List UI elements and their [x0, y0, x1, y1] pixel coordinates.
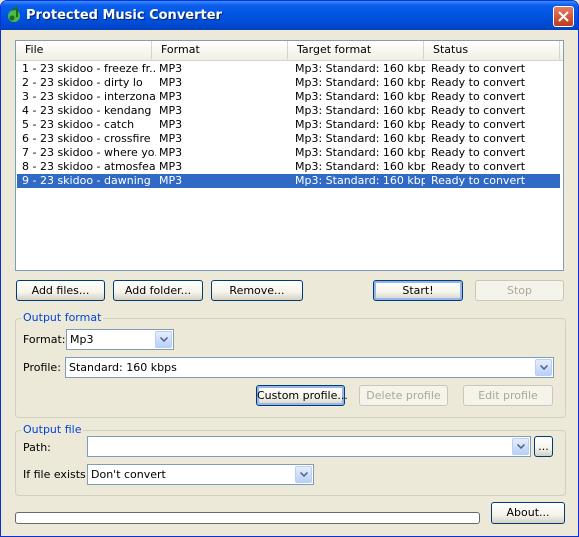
file-list[interactable]: File Format Target format Status 1 - 23 …	[15, 40, 564, 271]
about-button[interactable]: About...	[491, 502, 565, 524]
column-header-file[interactable]: File	[16, 41, 152, 59]
edit-profile-button[interactable]: Edit profile	[463, 385, 553, 406]
cell-file: 6 - 23 skidoo - crossfire	[22, 132, 151, 145]
cell-format: MP3	[159, 118, 183, 131]
table-row[interactable]: 4 - 23 skidoo - kendang MP3 Mp3: Standard:…	[17, 104, 560, 118]
cell-format: MP3	[159, 62, 183, 75]
format-select[interactable]: Mp3	[66, 329, 174, 350]
column-header-target-format[interactable]: Target format	[288, 41, 424, 59]
table-row[interactable]: 9 - 23 skidoo - dawning MP3 Mp3: Standard:…	[17, 174, 560, 188]
close-icon	[558, 11, 569, 22]
output-format-group-label: Output format	[21, 311, 104, 324]
cell-status: Ready to convert	[431, 76, 526, 89]
cell-status: Ready to convert	[431, 160, 526, 173]
window-title: Protected Music Converter	[26, 8, 222, 23]
cell-status: Ready to convert	[431, 146, 526, 159]
format-select-value: Mp3	[70, 333, 94, 346]
cell-status: Ready to convert	[431, 90, 526, 103]
cell-status: Ready to convert	[431, 62, 526, 75]
remove-button[interactable]: Remove...	[211, 280, 303, 301]
cell-format: MP3	[159, 160, 183, 173]
chevron-down-icon[interactable]	[535, 359, 552, 376]
cell-status: Ready to convert	[431, 132, 526, 145]
table-row[interactable]: 7 - 23 skidoo - where yo... MP3 Mp3: Stand…	[17, 146, 560, 160]
cell-target-format: Mp3: Standard: 160 kbps	[295, 62, 425, 75]
if-file-exists-label: If file exists	[23, 468, 86, 481]
music-converter-icon	[6, 6, 22, 23]
cell-target-format: Mp3: Standard: 160 kbps	[295, 104, 425, 117]
add-files-button[interactable]: Add files...	[16, 280, 105, 301]
chevron-down-icon[interactable]	[295, 466, 312, 483]
chevron-down-icon[interactable]	[155, 331, 172, 348]
cell-format: MP3	[159, 104, 183, 117]
start-button[interactable]: Start!	[373, 280, 463, 301]
if-file-exists-select[interactable]: Don't convert	[87, 464, 314, 485]
format-label: Format:	[23, 333, 66, 346]
cell-target-format: Mp3: Standard: 160 kbps	[295, 174, 425, 187]
cell-target-format: Mp3: Standard: 160 kbps	[295, 90, 425, 103]
path-label: Path:	[23, 441, 51, 454]
cell-format: MP3	[159, 146, 183, 159]
cell-file: 9 - 23 skidoo - dawning	[22, 174, 151, 187]
conversion-progress-bar	[15, 512, 480, 524]
cell-status: Ready to convert	[431, 118, 526, 131]
table-row[interactable]: 6 - 23 skidoo - crossfire MP3 Mp3: Standar…	[17, 132, 560, 146]
delete-profile-button[interactable]: Delete profile	[359, 385, 448, 406]
cell-status: Ready to convert	[431, 174, 526, 187]
table-row[interactable]: 8 - 23 skidoo - atmosfear MP3 Mp3: Standar…	[17, 160, 560, 174]
cell-target-format: Mp3: Standard: 160 kbps	[295, 146, 425, 159]
stop-button[interactable]: Stop	[475, 280, 564, 301]
cell-file: 2 - 23 skidoo - dirty lo	[22, 76, 143, 89]
cell-file: 1 - 23 skidoo - freeze fr...	[22, 62, 156, 75]
chevron-down-icon[interactable]	[512, 438, 529, 455]
profile-select[interactable]: Standard: 160 kbps	[65, 357, 554, 378]
main-window: Protected Music Converter File Format Ta…	[0, 0, 579, 537]
cell-target-format: Mp3: Standard: 160 kbps	[295, 132, 425, 145]
if-file-exists-value: Don't convert	[91, 468, 166, 481]
close-button[interactable]	[553, 6, 574, 27]
cell-format: MP3	[159, 174, 183, 187]
path-input[interactable]	[87, 436, 531, 457]
cell-format: MP3	[159, 132, 183, 145]
cell-file: 7 - 23 skidoo - where yo...	[22, 146, 156, 159]
cell-format: MP3	[159, 90, 183, 103]
table-row[interactable]: 1 - 23 skidoo - freeze fr... MP3 Mp3: Stan…	[17, 62, 560, 76]
cell-target-format: Mp3: Standard: 160 kbps	[295, 118, 425, 131]
cell-format: MP3	[159, 76, 183, 89]
profile-select-value: Standard: 160 kbps	[69, 361, 177, 374]
column-header-status[interactable]: Status	[424, 41, 560, 59]
table-row[interactable]: 2 - 23 skidoo - dirty lo MP3 Mp3: Standard…	[17, 76, 560, 90]
cell-file: 3 - 23 skidoo - interzonal	[22, 90, 156, 103]
cell-target-format: Mp3: Standard: 160 kbps	[295, 76, 425, 89]
browse-button[interactable]: ...	[534, 436, 553, 457]
cell-status: Ready to convert	[431, 104, 526, 117]
cell-file: 8 - 23 skidoo - atmosfear	[22, 160, 156, 173]
table-row[interactable]: 5 - 23 skidoo - catch MP3 Mp3: Standard: 1…	[17, 118, 560, 132]
cell-file: 5 - 23 skidoo - catch	[22, 118, 135, 131]
profile-label: Profile:	[23, 361, 61, 374]
list-header: File Format Target format Status	[16, 41, 563, 61]
custom-profile-button[interactable]: Custom profile...	[256, 385, 348, 406]
add-folder-button[interactable]: Add folder...	[113, 280, 203, 301]
column-header-format[interactable]: Format	[152, 41, 288, 59]
output-file-group-label: Output file	[21, 423, 84, 436]
cell-target-format: Mp3: Standard: 160 kbps	[295, 160, 425, 173]
title-bar[interactable]: Protected Music Converter	[1, 1, 578, 30]
cell-file: 4 - 23 skidoo - kendang	[22, 104, 152, 117]
table-row[interactable]: 3 - 23 skidoo - interzonal MP3 Mp3: Standa…	[17, 90, 560, 104]
